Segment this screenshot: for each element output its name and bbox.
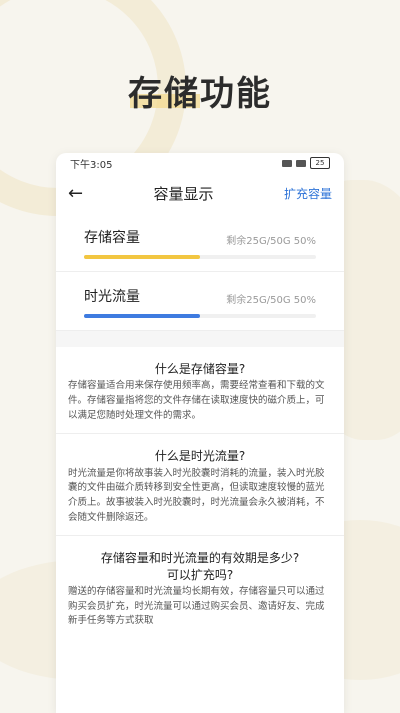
phone-screen: 下午3:05 25 ← 容量显示 扩充容量 存储容量 剩余25G/50G 50%…	[56, 153, 344, 713]
status-time: 下午3:05	[70, 159, 113, 171]
storage-capacity-meta: 剩余25G/50G 50%	[226, 236, 316, 247]
faq-item: 存储容量和时光流量的有效期是多少? 可以扩充吗? 赠送的存储容量和时光流量均长期…	[56, 536, 344, 639]
time-flow-progress-bar	[84, 314, 316, 318]
wifi-icon	[296, 159, 306, 167]
faq-question: 存储容量和时光流量的有效期是多少? 可以扩充吗?	[100, 551, 300, 582]
back-arrow-icon[interactable]: ←	[68, 183, 83, 204]
signal-icon	[282, 159, 292, 167]
navbar: ← 容量显示 扩充容量	[56, 173, 344, 213]
section-divider	[56, 331, 344, 347]
faq-answer: 赠送的存储容量和时光流量均长期有效，存储容量只可以通过购买会员扩充，时光流量可以…	[68, 585, 325, 627]
hero-title: 存储功能	[128, 74, 272, 114]
faq-question: 什么是存储容量?	[154, 362, 246, 376]
faq-answer: 存储容量适合用来保存使用频率高，需要经常查看和下载的文件。存储容量指将您的文件存…	[68, 380, 325, 421]
page-title: 容量显示	[153, 184, 214, 203]
storage-capacity-label: 存储容量	[84, 230, 140, 246]
time-flow-progress-fill	[84, 314, 200, 318]
time-flow-card: 时光流量 剩余25G/50G 50%	[56, 272, 344, 331]
storage-progress-fill	[84, 255, 200, 259]
status-bar: 下午3:05 25	[56, 153, 344, 173]
time-flow-meta: 剩余25G/50G 50%	[226, 295, 316, 306]
battery-icon: 25	[310, 157, 330, 169]
faq-item: 什么是时光流量? 时光流量是你将故事装入时光胶囊时消耗的流量，装入时光胶囊的文件…	[56, 434, 344, 537]
status-icons: 25	[282, 157, 330, 169]
storage-capacity-card: 存储容量 剩余25G/50G 50%	[56, 213, 344, 272]
faq-answer: 时光流量是你将故事装入时光胶囊时消耗的流量，装入时光胶囊的文件由磁介质转移到安全…	[68, 467, 325, 523]
storage-progress-bar	[84, 255, 316, 259]
faq-question: 什么是时光流量?	[154, 449, 246, 464]
expand-capacity-button[interactable]: 扩充容量	[284, 185, 332, 202]
time-flow-label: 时光流量	[84, 289, 140, 305]
faq-item: 什么是存储容量? 存储容量适合用来保存使用频率高，需要经常查看和下载的文件。存储…	[56, 347, 344, 435]
